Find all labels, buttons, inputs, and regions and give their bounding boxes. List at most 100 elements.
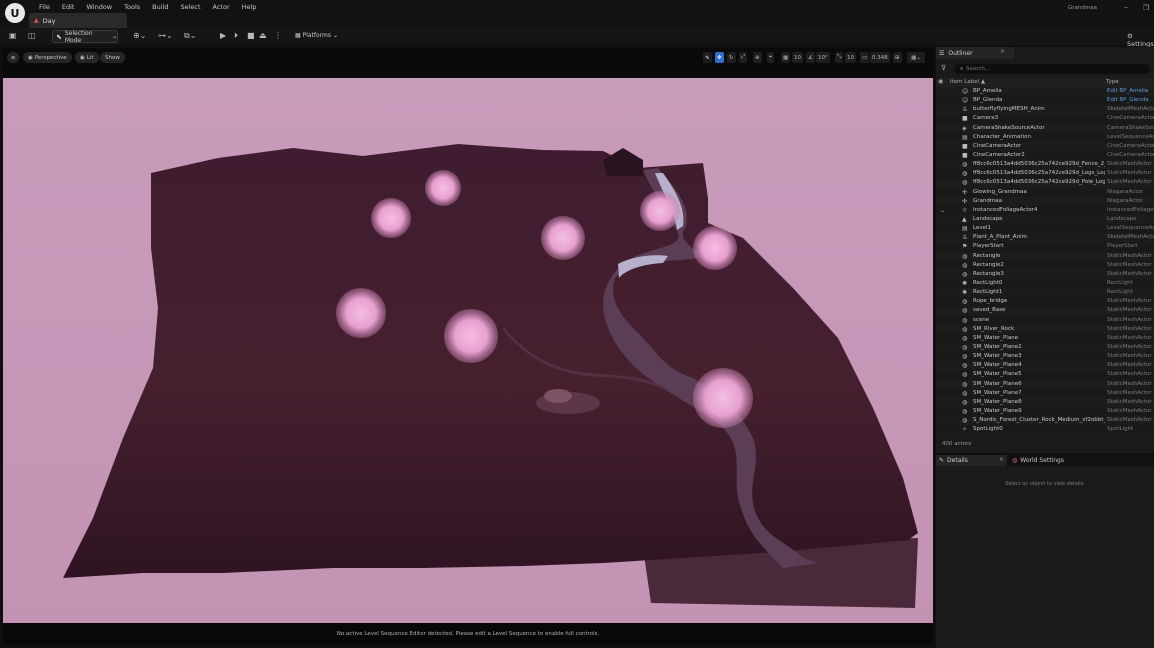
world-settings-tab[interactable]: ◍ World Settings (1012, 455, 1064, 466)
actor-row[interactable]: ✣ Glowing_Grandmaa NiagaraActor (936, 187, 1154, 197)
menu-file[interactable]: File (33, 3, 56, 11)
level-tab[interactable]: ▲ Day (29, 13, 127, 28)
rotate-icon[interactable]: ↻ (727, 52, 736, 63)
world-space-icon[interactable]: ⊕ (753, 52, 762, 63)
actor-row[interactable]: ◍ SM_Water_Plane9 StaticMeshActor (936, 406, 1154, 417)
minimize-icon[interactable]: – (1124, 3, 1128, 12)
menu-tools[interactable]: Tools (118, 3, 146, 11)
perspective-button[interactable]: ◉ Perspective (23, 52, 72, 63)
actor-row[interactable]: ◍ Rectangle2 StaticMeshActor (936, 260, 1154, 270)
eject-icon[interactable]: ⏏ (259, 31, 267, 40)
lit-button[interactable]: ◉ Lit (75, 52, 99, 63)
rotation-snap-icon[interactable]: ∡ (806, 52, 815, 63)
menu-window[interactable]: Window (80, 3, 118, 11)
actor-row[interactable]: ◍ ff8cc6c0513a4dd5036c25a742ce929d_Logs_L… (936, 169, 1154, 179)
save-icon[interactable]: ▣ (9, 31, 17, 40)
actor-row[interactable]: ◍ SM_Water_Plane2 StaticMeshActor (936, 342, 1154, 353)
grid-snap-icon[interactable]: ▦ (781, 52, 791, 63)
actor-row[interactable]: ⚑ PlayerStart PlayerStart (936, 242, 1154, 252)
surface-snap-icon[interactable]: ⌖ (767, 52, 775, 63)
rotation-snap-value[interactable]: 10° (816, 52, 830, 63)
actor-row[interactable]: ☺ BP_Glenda Edit BP_Glenda (936, 96, 1154, 106)
translate-icon[interactable]: ✥ (715, 52, 724, 63)
close-icon[interactable]: × (1000, 48, 1005, 55)
actor-row[interactable]: ◍ SM_River_Rock StaticMeshActor (936, 324, 1154, 334)
actor-row[interactable]: ◍ ff8cc6c0513a4dd5036c25a742ce929d_Fence_… (936, 160, 1154, 170)
menu-edit[interactable]: Edit (56, 3, 81, 11)
menu-help[interactable]: Help (236, 3, 263, 11)
actor-row[interactable]: ♙ butterflyflyingMESH_Anim SkeletalMeshAct… (936, 105, 1154, 115)
outliner-tab[interactable]: ☰ Outliner × (936, 47, 1014, 59)
actor-row[interactable]: ◍ Rectangle3 StaticMeshActor (936, 269, 1154, 279)
outliner-search-input[interactable] (954, 64, 1150, 74)
actor-row[interactable]: ◍ SM_Water_Plane7 StaticMeshActor (936, 388, 1154, 398)
actor-row[interactable]: ▤ Level1 LevelSequenceActor (936, 224, 1154, 234)
actor-row[interactable]: ◍ SM_Water_Plane6 StaticMeshActor (936, 379, 1154, 389)
expand-arrow-icon[interactable]: ⌄ (940, 206, 945, 215)
viewport-layout-icon[interactable]: ▦⌄ (907, 52, 925, 63)
actor-row[interactable]: ◍ SM_Water_Plane StaticMeshActor (936, 333, 1154, 343)
actor-row[interactable]: ✺ RectLight0 RectLight (936, 278, 1154, 289)
selection-mode-dropdown[interactable]: ⬉ Selection Mode ⌄ (52, 30, 118, 44)
menu-build[interactable]: Build (146, 3, 174, 11)
actor-row[interactable]: ✣ Grandmaa NiagaraActor (936, 196, 1154, 206)
actor-row[interactable]: ♙ Plant_A_Plant_Anim SkeletalMeshActor (936, 233, 1154, 243)
actor-row[interactable]: ▤ Character_Animation LevelSequenceActor (936, 132, 1154, 142)
add-actor-icon[interactable]: ⊕⌄ (133, 31, 146, 40)
actor-row[interactable]: ✺ RectLight1 RectLight (936, 288, 1154, 298)
cinematics-icon[interactable]: ⧉⌄ (184, 31, 196, 41)
unreal-logo-icon[interactable]: U (5, 3, 25, 23)
menu-actor[interactable]: Actor (207, 3, 236, 11)
actor-row[interactable]: ◈ CameraShakeSourceActor CameraShakeSource… (936, 123, 1154, 133)
actor-row[interactable]: ◍ SM_Water_Plane5 StaticMeshActor (936, 370, 1154, 380)
select-mode-icon[interactable]: ⬉ (703, 52, 712, 63)
actor-type: StaticMeshActor (1107, 270, 1152, 277)
blueprint-icon[interactable]: ⊶⌄ (158, 31, 173, 40)
column-item-label[interactable]: Item Label ▲ (950, 79, 985, 85)
content-browser-icon[interactable]: ◫ (28, 31, 36, 40)
level-viewport[interactable]: ≡ ◉ Perspective ◉ Lit Show ⬉ ✥ ↻ ⤢ ⊕ ⌖ ▦… (3, 48, 933, 644)
camera-speed-icon[interactable]: ▭ (860, 52, 870, 63)
scale-snap-icon[interactable]: ⤡ (835, 52, 844, 63)
scale-snap-value[interactable]: 10 (845, 52, 856, 63)
actor-row[interactable]: ■ CineCameraActor2 CineCameraActor (936, 150, 1154, 161)
column-type[interactable]: Type (1106, 79, 1119, 85)
actor-row[interactable]: ■ CineCameraActor CineCameraActor (936, 141, 1154, 151)
grid-snap-value[interactable]: 10 (792, 52, 803, 63)
actor-row[interactable]: ☺ BP_Amelia Edit BP_Amelia (936, 87, 1154, 97)
actor-row[interactable]: ◍ SM_Water_Plane4 StaticMeshActor (936, 361, 1154, 371)
eye-icon[interactable]: ◉ (938, 78, 943, 85)
filter-icon[interactable]: ⊽ (941, 64, 946, 72)
settings-button[interactable]: ⚙ Settings (1127, 32, 1154, 48)
actor-row[interactable]: ■ Camera3 CineCameraActor (936, 114, 1154, 124)
stop-icon[interactable]: ■ (247, 31, 255, 40)
close-icon[interactable]: × (999, 456, 1004, 463)
actor-row[interactable]: ◍ S_Nordic_Forest_Cluster_Rock_Medium_xf2… (936, 416, 1154, 426)
camera-speed-value[interactable]: 0.348 (870, 52, 890, 63)
step-icon[interactable]: ⏵ (234, 31, 238, 41)
maximize-viewport-icon[interactable]: ⊞ (893, 52, 902, 63)
scale-icon[interactable]: ⤢ (739, 52, 748, 63)
viewport-menu-button[interactable]: ≡ (7, 52, 19, 63)
menu-select[interactable]: Select (174, 3, 206, 11)
more-options-icon[interactable]: ⋮ (274, 31, 282, 40)
edit-blueprint-link[interactable]: Edit BP_Amelia (1107, 87, 1154, 96)
actor-row[interactable]: ◍ SM_Water_Plane3 StaticMeshActor (936, 352, 1154, 362)
show-button[interactable]: Show (100, 52, 125, 63)
edit-blueprint-link[interactable]: Edit BP_Glenda (1107, 96, 1154, 105)
play-icon[interactable]: ▶ (220, 31, 226, 40)
actor-row[interactable]: ✧ SpotLight0 SpotLight (936, 425, 1154, 435)
actor-row[interactable]: ◍ Rectangle StaticMeshActor (936, 251, 1154, 261)
details-tab[interactable]: ✎ Details × (936, 455, 1007, 466)
scene-render[interactable] (3, 78, 933, 623)
viewport-status-bar: No active Level Sequence Editor detected… (3, 623, 933, 644)
actor-row[interactable]: ▲ Landscape Landscape (936, 214, 1154, 225)
platforms-dropdown[interactable]: ▦ Platforms ⌄ (295, 32, 338, 39)
actor-row[interactable]: ◍ Rope_bridge StaticMeshActor (936, 297, 1154, 307)
actor-row[interactable]: ◍ ff8cc6c0513a4dd5036c25a742ce929d_Pole_L… (936, 178, 1154, 188)
actor-row[interactable]: ◍ scene StaticMeshActor (936, 315, 1154, 325)
actor-row[interactable]: ◍ SM_Water_Plane8 StaticMeshActor (936, 397, 1154, 407)
maximize-icon[interactable]: ❐ (1143, 4, 1149, 12)
actor-row[interactable]: ◍ saved_Base StaticMeshActor (936, 306, 1154, 316)
actor-row[interactable]: ⌄ ☼ InstancedFoliageActor4 InstancedFoliage… (936, 205, 1154, 215)
